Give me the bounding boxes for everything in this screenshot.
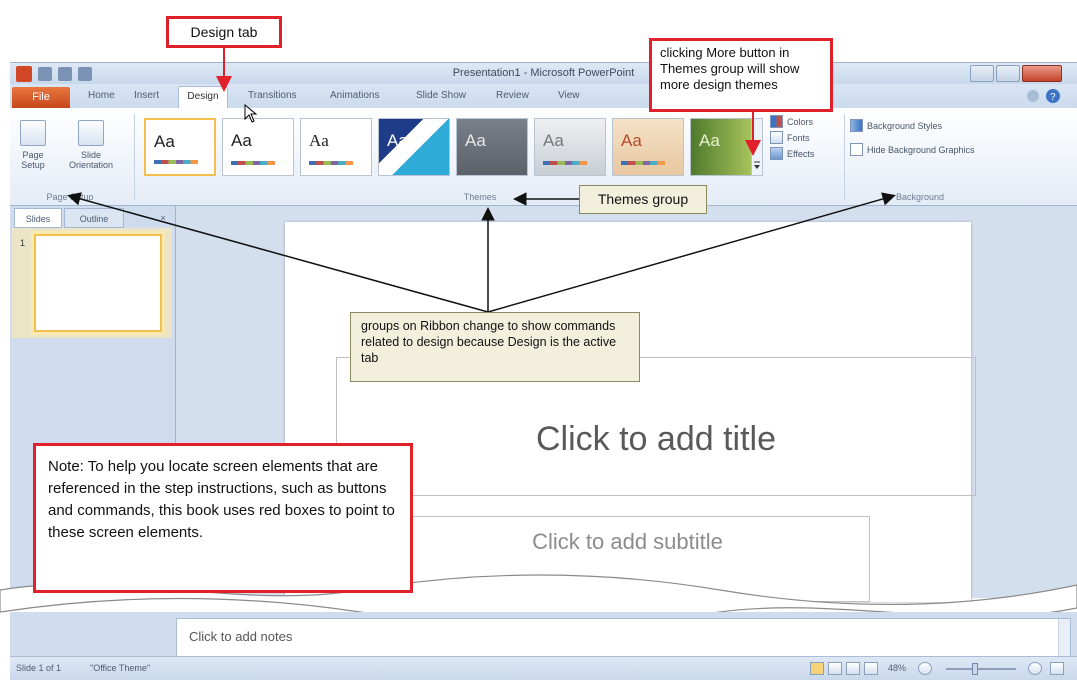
slide-orientation-button[interactable]: Slide Orientation bbox=[66, 120, 116, 170]
tab-file[interactable]: File bbox=[12, 87, 70, 108]
close-pane-icon[interactable]: × bbox=[154, 208, 172, 228]
reading-view-icon[interactable] bbox=[846, 662, 860, 675]
theme-3[interactable]: Aa bbox=[300, 118, 372, 176]
maximize-button[interactable] bbox=[996, 65, 1020, 82]
zoom-in-icon[interactable] bbox=[1028, 662, 1042, 675]
fonts-button[interactable]: Fonts bbox=[770, 130, 840, 146]
checkbox-icon bbox=[850, 143, 863, 156]
tab-insert[interactable]: Insert bbox=[134, 90, 159, 101]
theme-sample-text: Aa bbox=[543, 131, 564, 150]
tab-slide-show[interactable]: Slide Show bbox=[416, 90, 466, 101]
ribbon: Page Setup Slide Orientation Page Setup … bbox=[10, 108, 1077, 206]
tab-home[interactable]: Home bbox=[88, 90, 115, 101]
effects-button[interactable]: Effects bbox=[770, 146, 840, 162]
zoom-level: 48% bbox=[888, 663, 907, 673]
colors-label: Colors bbox=[787, 117, 814, 127]
more-button-callout: clicking More button in Themes group wil… bbox=[649, 38, 833, 112]
normal-view-icon[interactable] bbox=[810, 662, 824, 675]
slide-orientation-icon bbox=[78, 120, 104, 146]
theme-sample-text: Aa bbox=[154, 132, 175, 151]
background-styles-icon bbox=[850, 119, 863, 132]
background-styles-label: Background Styles bbox=[867, 121, 943, 131]
screenshot-stage: Presentation1 - Microsoft PowerPoint Fil… bbox=[0, 0, 1077, 680]
tab-outline[interactable]: Outline bbox=[64, 208, 124, 228]
group-divider bbox=[134, 114, 135, 200]
theme-options: Colors Fonts Effects bbox=[770, 114, 840, 162]
more-button[interactable] bbox=[753, 159, 761, 173]
ribbon-tab-bar: File Home Insert Design Transitions Anim… bbox=[10, 84, 1077, 109]
slide-orientation-label: Slide Orientation bbox=[68, 150, 114, 170]
tab-review[interactable]: Review bbox=[496, 90, 529, 101]
theme-sample-text: Aa bbox=[309, 131, 329, 150]
notes-placeholder: Click to add notes bbox=[189, 629, 293, 644]
note-callout: Note: To help you locate screen elements… bbox=[33, 443, 413, 593]
page-setup-label: Page Setup bbox=[21, 150, 45, 170]
title-bar: Presentation1 - Microsoft PowerPoint bbox=[10, 62, 1077, 84]
pane-tabs: Slides Outline × bbox=[10, 208, 176, 228]
minimize-button[interactable] bbox=[970, 65, 994, 82]
themes-gallery-scroll bbox=[751, 118, 763, 176]
tab-design[interactable]: Design bbox=[178, 86, 228, 109]
theme-sample-text: Aa bbox=[465, 131, 486, 150]
background-group-label: Background bbox=[895, 192, 945, 202]
fonts-label: Fonts bbox=[787, 133, 810, 143]
fonts-icon bbox=[770, 131, 783, 144]
notes-pane[interactable]: Click to add notes bbox=[176, 618, 1071, 658]
tab-view[interactable]: View bbox=[558, 90, 580, 101]
zoom-slider-track[interactable] bbox=[946, 668, 1016, 670]
help-icon[interactable]: ? bbox=[1023, 88, 1063, 104]
theme-sample-text: Aa bbox=[231, 131, 252, 150]
effects-label: Effects bbox=[787, 149, 815, 159]
theme-2[interactable]: Aa bbox=[222, 118, 294, 176]
background-styles-button[interactable]: Background Styles bbox=[850, 118, 1030, 134]
background-options: Background Styles Hide Background Graphi… bbox=[850, 118, 1030, 158]
fit-to-window-icon[interactable] bbox=[1050, 662, 1064, 675]
zoom-out-icon[interactable] bbox=[918, 662, 932, 675]
effects-icon bbox=[770, 147, 783, 160]
slide-count: Slide 1 of 1 bbox=[16, 663, 62, 673]
notes-scrollbar[interactable] bbox=[1058, 619, 1070, 657]
theme-name: "Office Theme" bbox=[90, 663, 151, 673]
ribbon-groups-callout: groups on Ribbon change to show commands… bbox=[350, 312, 640, 382]
page-setup-group-label: Page Setup bbox=[46, 192, 94, 202]
slide-thumbnail[interactable] bbox=[34, 234, 162, 332]
colors-icon bbox=[770, 115, 783, 128]
theme-6[interactable]: Aa bbox=[534, 118, 606, 176]
group-divider bbox=[844, 114, 845, 200]
window-title: Presentation1 - Microsoft PowerPoint bbox=[452, 67, 635, 79]
tab-transitions[interactable]: Transitions bbox=[248, 90, 297, 101]
theme-sample-text: Aa bbox=[621, 131, 642, 150]
hide-background-graphics-checkbox[interactable]: Hide Background Graphics bbox=[850, 142, 1030, 158]
page-setup-icon bbox=[20, 120, 46, 146]
theme-sample-text: Aa bbox=[699, 131, 720, 150]
slide-number: 1 bbox=[20, 238, 26, 248]
slide-sorter-icon[interactable] bbox=[828, 662, 842, 675]
themes-group-label: Themes bbox=[463, 192, 497, 202]
hide-background-graphics-label: Hide Background Graphics bbox=[867, 145, 975, 155]
close-button[interactable] bbox=[1022, 65, 1062, 82]
theme-5[interactable]: Aa bbox=[456, 118, 528, 176]
page-setup-button[interactable]: Page Setup bbox=[16, 120, 50, 170]
theme-7[interactable]: Aa bbox=[612, 118, 684, 176]
tab-slides[interactable]: Slides bbox=[14, 208, 62, 228]
themes-group-callout: Themes group bbox=[579, 185, 707, 214]
title-placeholder-text: Click to add title bbox=[536, 420, 776, 458]
svg-text:?: ? bbox=[1050, 92, 1056, 103]
status-bar: Slide 1 of 1 "Office Theme" 48% bbox=[10, 656, 1077, 680]
slide-show-icon[interactable] bbox=[864, 662, 878, 675]
theme-sample-text: Aa bbox=[387, 131, 408, 150]
mouse-pointer-icon bbox=[244, 104, 258, 123]
colors-button[interactable]: Colors bbox=[770, 114, 840, 130]
tab-animations[interactable]: Animations bbox=[330, 90, 379, 101]
design-tab-callout: Design tab bbox=[166, 16, 282, 48]
theme-office[interactable]: Aa bbox=[144, 118, 216, 176]
zoom-slider-thumb[interactable] bbox=[972, 663, 978, 675]
theme-4[interactable]: Aa bbox=[378, 118, 450, 176]
subtitle-placeholder-text: Click to add subtitle bbox=[532, 529, 723, 554]
